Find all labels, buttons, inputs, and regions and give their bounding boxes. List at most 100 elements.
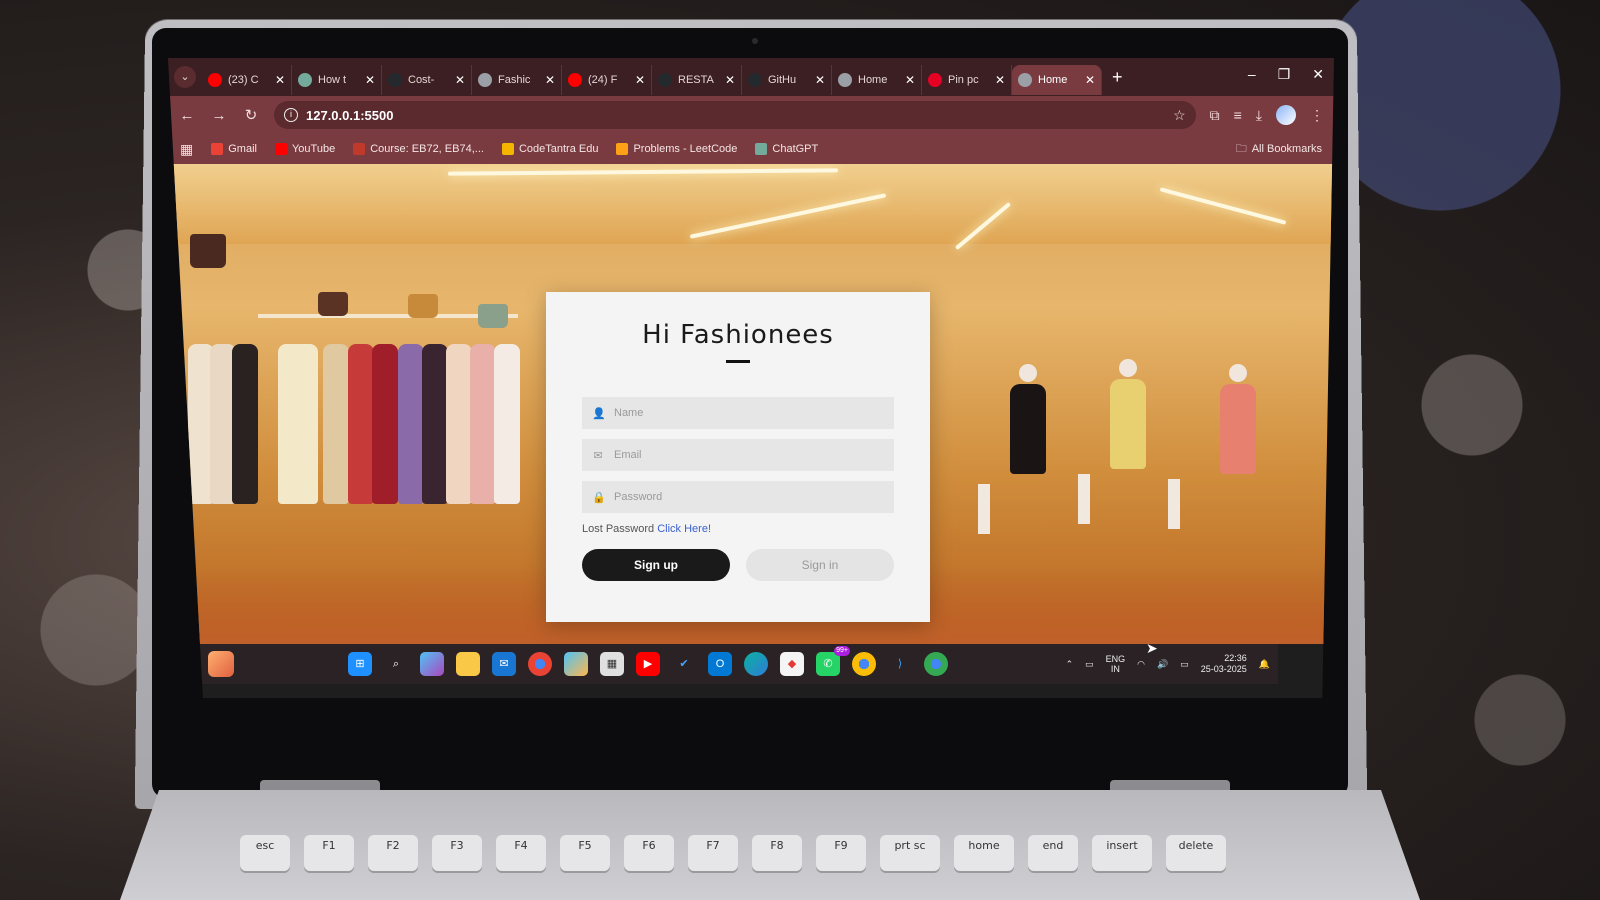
wifi-icon[interactable]: ◠ <box>1137 659 1145 670</box>
display-pedestal <box>1168 479 1180 529</box>
display-pedestal <box>1078 474 1090 524</box>
pinterest-icon <box>928 73 942 87</box>
apps-grid-icon[interactable]: ▦ <box>180 141 193 158</box>
browser-tab[interactable]: Cost- ✕ <box>382 65 472 95</box>
reload-button[interactable]: ↻ <box>242 106 260 124</box>
tab-close-icon[interactable]: ✕ <box>275 73 285 87</box>
chevron-up-icon[interactable]: ⌃ <box>1066 659 1074 670</box>
profile-avatar[interactable] <box>1276 105 1296 125</box>
password-input[interactable] <box>614 491 884 503</box>
mannequin <box>1008 364 1048 514</box>
display-pedestal <box>978 484 990 534</box>
email-input[interactable] <box>614 449 884 461</box>
edge-icon[interactable] <box>744 652 768 676</box>
start-windows-icon[interactable]: ⊞ <box>348 652 372 676</box>
volume-icon[interactable]: 🔊 <box>1157 659 1168 670</box>
close-window-icon[interactable]: ✕ <box>1312 66 1324 83</box>
file-explorer-icon[interactable] <box>456 652 480 676</box>
search-icon[interactable]: ⌕ <box>384 652 408 676</box>
menu-kebab-icon[interactable]: ⋮ <box>1310 107 1324 124</box>
ceiling <box>168 164 1334 244</box>
browser-tab[interactable]: Pin pc ✕ <box>922 65 1012 95</box>
bookmark-item[interactable]: Problems - LeetCode <box>616 143 737 155</box>
display-icon[interactable]: ▭ <box>1085 659 1094 670</box>
globe-icon <box>478 73 492 87</box>
tab-close-icon[interactable]: ✕ <box>905 73 915 87</box>
bookmark-item[interactable]: YouTube <box>274 143 335 155</box>
browser-tab[interactable]: Fashic ✕ <box>472 65 562 95</box>
bookmark-item[interactable]: Gmail <box>211 143 257 155</box>
youtube-icon <box>568 73 582 87</box>
mail-icon[interactable]: ✉ <box>492 652 516 676</box>
reading-list-icon[interactable]: ≡ <box>1234 107 1242 123</box>
pinned-app-icon[interactable]: ◆ <box>780 652 804 676</box>
handbag <box>408 294 438 318</box>
bookmark-item[interactable]: Course: EB72, EB74,... <box>353 143 484 155</box>
clock[interactable]: 22:36 25-03-2025 <box>1201 653 1247 675</box>
widgets-icon[interactable] <box>208 651 234 677</box>
minimize-icon[interactable]: – <box>1248 66 1256 83</box>
outlook-icon[interactable]: O <box>708 652 732 676</box>
address-bar[interactable]: i 127.0.0.1:5500 ☆ <box>274 101 1196 129</box>
github-icon <box>748 73 762 87</box>
store-icon[interactable]: ▦ <box>600 652 624 676</box>
keyboard-key: F2 <box>368 835 418 871</box>
youtube-icon <box>208 73 222 87</box>
name-field[interactable]: 👤 <box>582 397 894 429</box>
tab-title: RESTA <box>678 74 714 86</box>
site-info-icon[interactable]: i <box>284 108 298 122</box>
chrome-alt-icon[interactable] <box>924 652 948 676</box>
chrome-icon[interactable] <box>528 652 552 676</box>
language-indicator[interactable]: ENG IN <box>1106 654 1126 674</box>
browser-tab[interactable]: (24) F ✕ <box>562 65 652 95</box>
card-title: Hi Fashionees <box>642 320 834 350</box>
browser-tab[interactable]: Home ✕ <box>1012 65 1102 95</box>
forward-button[interactable]: → <box>210 107 228 124</box>
bookmark-label: Gmail <box>228 143 257 155</box>
signin-button[interactable]: Sign in <box>746 549 894 581</box>
browser-tab[interactable]: GitHu ✕ <box>742 65 832 95</box>
tab-close-icon[interactable]: ✕ <box>1085 73 1095 87</box>
all-bookmarks-button[interactable]: 🗀 All Bookmarks <box>1236 140 1322 159</box>
bookmark-star-icon[interactable]: ☆ <box>1173 107 1186 124</box>
restore-icon[interactable]: ❐ <box>1278 66 1291 83</box>
notification-bell-icon[interactable]: 🔔 <box>1259 659 1270 670</box>
chrome-profile-icon[interactable] <box>852 652 876 676</box>
todo-icon[interactable]: ✔ <box>672 652 696 676</box>
download-icon[interactable]: ⤓ <box>1256 107 1262 124</box>
bookmark-item[interactable]: ChatGPT <box>755 143 818 155</box>
signup-button[interactable]: Sign up <box>582 549 730 581</box>
tab-search-chevron-icon[interactable]: ⌄ <box>174 66 196 88</box>
new-tab-button[interactable]: + <box>1112 67 1123 88</box>
click-here-link[interactable]: Click Here! <box>657 523 711 535</box>
tab-close-icon[interactable]: ✕ <box>995 73 1005 87</box>
battery-icon[interactable]: ▭ <box>1180 659 1189 670</box>
copilot-icon[interactable] <box>420 652 444 676</box>
name-input[interactable] <box>614 407 884 419</box>
mannequin <box>1108 359 1148 509</box>
browser-tab[interactable]: How t ✕ <box>292 65 382 95</box>
tab-title: Home <box>858 74 888 86</box>
bookmark-item[interactable]: CodeTantra Edu <box>501 143 598 155</box>
tab-close-icon[interactable]: ✕ <box>455 73 465 87</box>
vscode-icon[interactable]: ⟩ <box>888 652 912 676</box>
back-button[interactable]: ← <box>178 107 196 124</box>
tab-close-icon[interactable]: ✕ <box>545 73 555 87</box>
whatsapp-icon[interactable]: ✆ 99+ <box>816 646 850 676</box>
tab-close-icon[interactable]: ✕ <box>725 73 735 87</box>
email-field[interactable]: ✉ <box>582 439 894 471</box>
tab-close-icon[interactable]: ✕ <box>635 73 645 87</box>
browser-tab[interactable]: RESTA ✕ <box>652 65 742 95</box>
signup-card: Hi Fashionees 👤 ✉ 🔒 Lost Password Click … <box>546 292 930 622</box>
tab-close-icon[interactable]: ✕ <box>365 73 375 87</box>
browser-tab[interactable]: Home ✕ <box>832 65 922 95</box>
password-field[interactable]: 🔒 <box>582 481 894 513</box>
windows-taskbar: ⊞ ⌕ ✉ ▦ ▶ ✔ O ◆ ✆ 99+ ⟩ ⌃ ▭ ENG IN ◠ 🔊 ▭… <box>198 644 1278 684</box>
youtube-icon[interactable]: ▶ <box>636 652 660 676</box>
photos-icon[interactable] <box>564 652 588 676</box>
keyboard-key: F3 <box>432 835 482 871</box>
extensions-icon[interactable]: ⧉ <box>1210 107 1220 124</box>
tab-close-icon[interactable]: ✕ <box>815 73 825 87</box>
region-code: IN <box>1110 664 1120 674</box>
browser-tab[interactable]: (23) C ✕ <box>202 65 292 95</box>
